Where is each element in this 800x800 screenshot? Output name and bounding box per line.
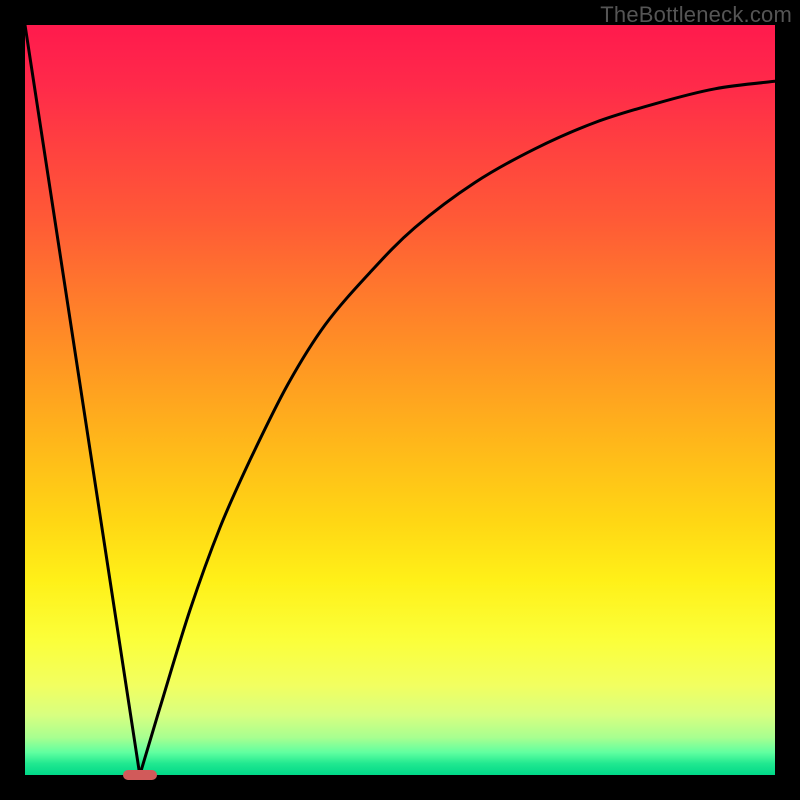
chart-frame: TheBottleneck.com — [0, 0, 800, 800]
curve-left-arm — [25, 25, 140, 775]
vertex-marker — [123, 770, 157, 781]
watermark-text: TheBottleneck.com — [600, 2, 792, 28]
plot-area — [25, 25, 775, 775]
curve-right-arm — [140, 81, 775, 775]
curve-layer — [25, 25, 775, 775]
